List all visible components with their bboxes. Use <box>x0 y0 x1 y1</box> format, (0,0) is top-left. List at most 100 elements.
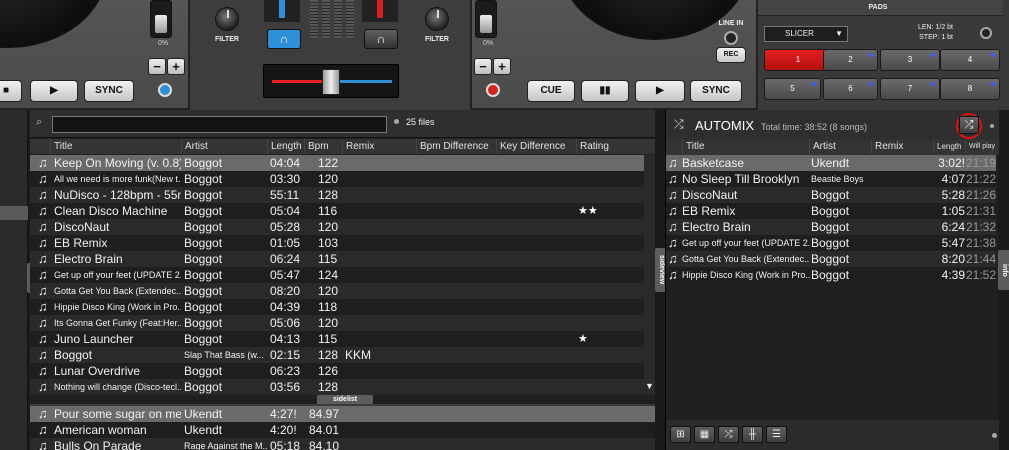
right-volume-fader[interactable] <box>362 0 398 22</box>
automix-column-length[interactable]: Length <box>933 139 965 154</box>
table-row[interactable]: ♫ Keep On Moving (v. 0.8) Boggot 04:04 122 <box>30 155 646 171</box>
grid-button[interactable]: ▦ <box>694 426 715 443</box>
automix-row[interactable]: ♫ EB Remix Boggot 1:05 21:31 <box>666 203 996 219</box>
right-headphone-button[interactable]: ∩ <box>364 29 398 49</box>
track-artist: Boggot <box>811 220 850 234</box>
track-length: 04:39 <box>270 300 301 314</box>
pad-3[interactable]: 3 <box>880 49 940 71</box>
sidelist-row[interactable]: ♫ Bulls On Parade Rage Against the M... 05:… <box>30 438 655 450</box>
table-row[interactable]: ♫ DiscoNaut Boggot 05:28 120 <box>30 219 646 235</box>
add-button[interactable]: ⊞ <box>670 426 691 443</box>
right-pitch-handle[interactable] <box>480 15 492 33</box>
selected-folder[interactable] <box>0 206 28 220</box>
search-input[interactable] <box>52 116 387 133</box>
music-note-icon: ♫ <box>38 331 48 346</box>
table-row[interactable]: ♫ Its Gonna Get Funky (Feat:Her... Boggot 0… <box>30 315 646 331</box>
column-artist[interactable]: Artist <box>181 139 267 154</box>
table-row[interactable]: ♫ All we need is more funk(New t... Boggot… <box>30 171 646 187</box>
left-pitch-slider[interactable] <box>150 0 172 38</box>
automix-row[interactable]: ♫ Electro Brain Boggot 6:24 21:32 <box>666 219 996 235</box>
table-row[interactable]: ♫ Boggot Slap That Bass (w... 02:15 128 KKM <box>30 347 646 363</box>
automix-column-title[interactable]: Title <box>682 139 809 154</box>
automix-row[interactable]: ♫ Basketcase Ukendt 3:02! 21:19 <box>666 155 996 171</box>
left-pitch-plus-button[interactable]: + <box>167 58 185 75</box>
right-deck-led-icon[interactable] <box>486 83 500 97</box>
left-play-button[interactable]: ▶ <box>30 80 78 102</box>
column-rating[interactable]: Rating <box>576 139 644 154</box>
line-in-toggle[interactable] <box>724 31 738 45</box>
left-platter[interactable] <box>0 0 108 48</box>
table-row[interactable]: ♫ Electro Brain Boggot 06:24 115 <box>30 251 646 267</box>
crossfader-handle[interactable] <box>322 69 340 95</box>
search-options-icon[interactable] <box>394 119 399 124</box>
left-pitch-minus-button[interactable]: − <box>148 58 166 75</box>
left-stop-button[interactable]: ■ <box>0 80 22 102</box>
table-row[interactable]: ♫ Nothing will change (Disco-tecl... Boggo… <box>30 379 646 395</box>
automix-row[interactable]: ♫ Get up off your feet (UPDATE 2... Boggot… <box>666 235 996 251</box>
table-row[interactable]: ♫ NuDisco - 128bpm - 55m Boggot 55:11 128 <box>30 187 646 203</box>
browser-scrollbar[interactable]: ▼ <box>644 155 655 395</box>
right-pitch-minus-button[interactable]: − <box>474 58 492 75</box>
pad-2[interactable]: 2 <box>823 49 878 71</box>
right-play-button[interactable]: ▶ <box>635 80 685 102</box>
table-row[interactable]: ♫ Get up off your feet (UPDATE 2... Boggot… <box>30 267 646 283</box>
table-row[interactable]: ♫ EB Remix Boggot 01:05 103 <box>30 235 646 251</box>
automix-column-artist[interactable]: Artist <box>809 139 871 154</box>
table-row[interactable]: ♫ Lunar Overdrive Boggot 06:23 126 <box>30 363 646 379</box>
automix-row[interactable]: ♫ Gotta Get You Back (Extendec... Boggot 8:… <box>666 251 996 267</box>
shuffle-list-button[interactable]: ⤮ <box>718 426 739 443</box>
left-pitch-handle[interactable] <box>155 15 167 33</box>
automix-mode-icon[interactable]: ⤮ <box>674 117 684 132</box>
right-sync-button[interactable]: SYNC <box>690 80 742 102</box>
right-cue-button[interactable]: CUE <box>527 80 575 102</box>
right-pitch-plus-button[interactable]: + <box>493 58 511 75</box>
crossfader[interactable] <box>263 64 399 98</box>
pad-7[interactable]: 7 <box>880 78 940 100</box>
automix-bottom-options-icon[interactable] <box>992 433 997 438</box>
table-row[interactable]: ♫ Clean Disco Machine Boggot 05:04 116 ★★ <box>30 203 646 219</box>
left-headphone-button[interactable]: ∩ <box>267 29 301 49</box>
column-bpm-difference[interactable]: Bpm Difference <box>416 139 496 154</box>
automix-options-icon[interactable] <box>990 124 994 128</box>
rec-button[interactable]: REC <box>716 47 746 63</box>
track-remix <box>345 283 405 299</box>
scroll-down-icon[interactable]: ▼ <box>645 381 654 391</box>
automix-row[interactable]: ♫ No Sleep Till Brooklyn Beastie Boys 4:07 2… <box>666 171 996 187</box>
table-row[interactable]: ♫ Juno Launcher Boggot 04:13 115 ★ <box>30 331 646 347</box>
pad-6[interactable]: 6 <box>823 78 878 100</box>
right-filter-knob[interactable] <box>425 7 449 31</box>
left-sync-button[interactable]: SYNC <box>84 80 134 102</box>
sidelist-row[interactable]: ♫ Pour some sugar on me Ukendt 4:27! 84.97 <box>30 406 655 422</box>
pad-8[interactable]: 8 <box>940 78 1000 100</box>
pads-settings-icon[interactable] <box>980 27 992 39</box>
column-title[interactable]: Title <box>50 139 181 154</box>
column-remix[interactable]: Remix <box>342 139 416 154</box>
table-row[interactable]: ♫ Hippie Disco King (Work in Pro... Boggot… <box>30 299 646 315</box>
left-deck-led-icon[interactable] <box>158 83 172 97</box>
column-key-difference[interactable]: Key Difference <box>496 139 576 154</box>
automix-row[interactable]: ♫ DiscoNaut Boggot 5:28 21:26 <box>666 187 996 203</box>
right-pitch-slider[interactable] <box>475 0 497 38</box>
track-rating <box>578 187 638 203</box>
automix-row[interactable]: ♫ Hippie Disco King (Work in Pro... Boggot… <box>666 267 996 283</box>
left-filter-knob[interactable] <box>215 7 239 31</box>
list-button[interactable]: ☰ <box>766 426 787 443</box>
table-row[interactable]: ♫ Gotta Get You Back (Extendec... Boggot 08… <box>30 283 646 299</box>
virtualdj-window: 0% − + ■ ▶ SYNC FILTER FILTER ∩ ∩ 0% − +… <box>0 0 1009 450</box>
track-length: 4:20! <box>270 423 297 437</box>
pad-1[interactable]: 1 <box>764 49 832 71</box>
automix-column-remix[interactable]: Remix <box>871 139 933 154</box>
split-button[interactable]: ╫ <box>742 426 763 443</box>
pads-mode-select[interactable]: SLICER ▼ <box>764 26 848 42</box>
pad-4[interactable]: 4 <box>940 49 1000 71</box>
left-volume-fader[interactable] <box>264 0 300 22</box>
right-pause-button[interactable]: ▮▮ <box>581 80 629 102</box>
pad-5[interactable]: 5 <box>764 78 821 100</box>
sidelist-row[interactable]: ♫ American woman Ukendt 4:20! 84.01 <box>30 422 655 438</box>
track-bpm: 128 <box>318 188 339 202</box>
automix-column-will-play[interactable]: Will play <box>965 139 996 154</box>
info-tab[interactable]: info <box>998 250 1009 290</box>
column-length[interactable]: Length <box>267 139 304 154</box>
column-bpm[interactable]: Bpm <box>304 139 342 154</box>
shuffle-button[interactable]: ⤮ <box>959 116 979 134</box>
